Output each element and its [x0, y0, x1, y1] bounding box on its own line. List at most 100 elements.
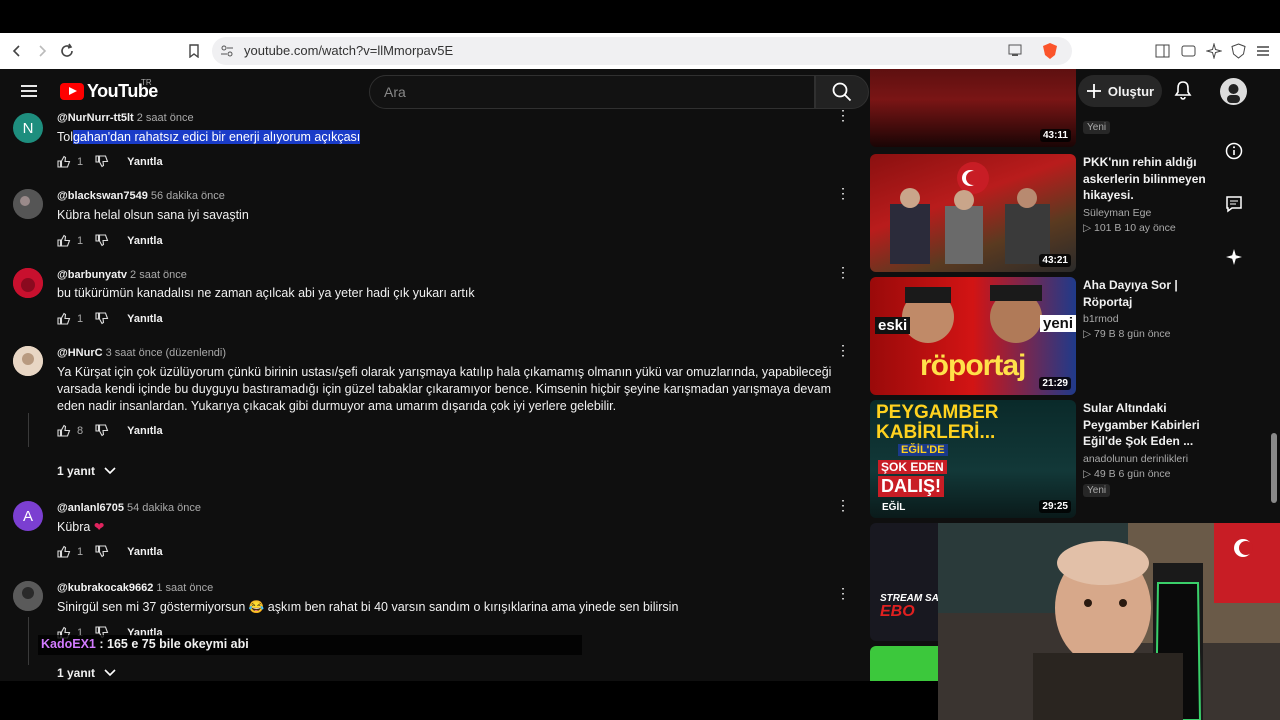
wallet-icon[interactable] [1181, 44, 1196, 63]
chat-icon[interactable] [1216, 186, 1252, 222]
new-badge: Yeni [1083, 483, 1111, 497]
video-title[interactable]: Aha Dayıya Sor | Röportaj [1083, 277, 1208, 310]
reply-button[interactable]: Yanıtla [127, 425, 162, 437]
video-channel[interactable]: Süleyman Ege [1083, 207, 1208, 219]
comment-author[interactable]: @HNurC [57, 347, 103, 359]
comment-author[interactable]: @kubrakocak9662 [57, 582, 153, 594]
comment-time[interactable]: 2 saat önce [137, 112, 194, 124]
comment-actions: 1 Yanıtla [57, 312, 163, 325]
comment-avatar[interactable]: A [13, 501, 43, 531]
search-box[interactable] [369, 75, 815, 109]
video-title[interactable]: PKK'nın rehin aldığı askerlerin bilinmey… [1083, 154, 1208, 204]
bookmark-icon[interactable] [182, 39, 206, 63]
video-duration: 21:29 [1039, 377, 1071, 390]
thumb-line-2: KABİRLERİ... [876, 422, 996, 443]
chevron-down-icon [104, 467, 116, 475]
video-meta: Aha Dayıya Sor | Röportaj b1rmod ▷ 79 B … [1083, 277, 1208, 340]
vpn-icon[interactable] [1231, 43, 1246, 64]
replies-count: 1 yanıt [57, 666, 96, 680]
account-avatar[interactable] [1220, 78, 1247, 105]
like-icon[interactable] [57, 155, 71, 168]
video-meta: Sular Altındaki Peygamber Kabirleri Eğil… [1083, 400, 1208, 498]
comment-more-icon[interactable]: ⋮ [836, 186, 850, 200]
back-icon[interactable] [5, 39, 29, 63]
youtube-play-icon [60, 83, 84, 100]
comment-avatar[interactable] [13, 581, 43, 611]
hamburger-icon[interactable] [20, 83, 38, 104]
comment-author[interactable]: @NurNurr-tt5lt [57, 112, 134, 124]
video-thumbnail[interactable]: 43:21 [870, 154, 1076, 272]
video-channel[interactable]: anadolunun derinlikleri [1083, 453, 1208, 465]
cast-icon[interactable] [1007, 43, 1023, 62]
new-badge: Yeni [1083, 121, 1111, 134]
search-button[interactable] [815, 75, 869, 109]
video-stats: ▷ 79 B 8 gün önce [1083, 328, 1208, 340]
sidebar-toggle-icon[interactable] [1155, 44, 1170, 63]
chat-message: : 165 e 75 bile okeymi abi [95, 637, 249, 651]
show-replies-button[interactable]: 1 yanıt [57, 666, 116, 680]
comment-more-icon[interactable]: ⋮ [836, 265, 850, 279]
shorts-play-icon: ▷ [1083, 221, 1094, 234]
comment-avatar[interactable] [13, 346, 43, 376]
info-icon[interactable] [1216, 133, 1252, 169]
comment-more-icon[interactable]: ⋮ [836, 498, 850, 512]
thumb-line-1: PEYGAMBER [876, 402, 999, 423]
dislike-icon[interactable] [95, 545, 109, 558]
video-thumbnail[interactable]: 43:11 [870, 69, 1076, 147]
comment-time[interactable]: 56 dakika önce [151, 190, 225, 202]
chevron-down-icon [104, 669, 116, 677]
comment-author[interactable]: @blackswan7549 [57, 190, 148, 202]
video-duration: 29:25 [1039, 500, 1071, 513]
comment-time[interactable]: 54 dakika önce [127, 502, 201, 514]
screen-top-bar [0, 0, 1280, 33]
comment-author[interactable]: @anlanl6705 [57, 502, 124, 514]
forward-icon[interactable] [30, 39, 54, 63]
scrollbar-thumb[interactable] [1271, 433, 1277, 503]
dislike-icon[interactable] [95, 155, 109, 168]
comments-section: N @NurNurr-tt5lt 2 saat önce Tolgahan'dan… [0, 108, 860, 681]
like-icon[interactable] [57, 234, 71, 247]
thread-line [28, 413, 29, 447]
comment-time[interactable]: 1 saat önce [156, 582, 213, 594]
leo-ai-icon[interactable] [1205, 42, 1223, 64]
reload-icon[interactable] [55, 39, 79, 63]
chat-username: KadoEX1 [41, 637, 96, 651]
video-meta: PKK'nın rehin aldığı askerlerin bilinmey… [1083, 154, 1208, 234]
comment-avatar[interactable] [13, 268, 43, 298]
comment-more-icon[interactable]: ⋮ [836, 343, 850, 357]
video-thumbnail[interactable]: eski yeni röportaj 21:29 [870, 277, 1076, 395]
dislike-icon[interactable] [95, 234, 109, 247]
url-text[interactable]: youtube.com/watch?v=llMmorpav5E [244, 43, 453, 58]
reply-button[interactable]: Yanıtla [127, 546, 162, 558]
video-thumbnail[interactable]: PEYGAMBER KABİRLERİ... EĞİL'DE ŞOK EDEN … [870, 400, 1076, 518]
comment-time[interactable]: 2 saat önce [130, 269, 187, 281]
thumb-text-left: eski [875, 317, 911, 334]
thumb-text-2: EBO [880, 603, 915, 620]
site-settings-icon[interactable] [220, 44, 234, 63]
reply-button[interactable]: Yanıtla [127, 235, 162, 247]
like-icon[interactable] [57, 424, 71, 437]
comment-more-icon[interactable]: ⋮ [836, 108, 850, 122]
reply-button[interactable]: Yanıtla [127, 156, 162, 168]
video-stats-text: 101 B 10 ay önce [1094, 221, 1176, 234]
show-replies-button[interactable]: 1 yanıt [57, 464, 116, 478]
comment-avatar[interactable] [13, 189, 43, 219]
like-count: 1 [77, 312, 84, 325]
comment-text-plain: Kübra [57, 520, 91, 534]
video-title[interactable]: Sular Altındaki Peygamber Kabirleri Eğil… [1083, 400, 1208, 450]
comment-more-icon[interactable]: ⋮ [836, 586, 850, 600]
comment-author[interactable]: @barbunyatv [57, 269, 127, 281]
sparkle-icon[interactable] [1216, 239, 1252, 275]
like-icon[interactable] [57, 312, 71, 325]
like-icon[interactable] [57, 545, 71, 558]
menu-icon[interactable] [1256, 44, 1270, 62]
comment-avatar[interactable]: N [13, 113, 43, 143]
reply-button[interactable]: Yanıtla [127, 313, 162, 325]
brave-shield-icon[interactable] [1042, 42, 1058, 65]
dislike-icon[interactable] [95, 312, 109, 325]
comment-time[interactable]: 3 saat önce (düzenlendi) [106, 347, 226, 359]
search-input[interactable] [370, 76, 814, 108]
dislike-icon[interactable] [95, 424, 109, 437]
address-bar[interactable]: youtube.com/watch?v=llMmorpav5E [212, 37, 1072, 65]
video-channel[interactable]: b1rmod [1083, 313, 1208, 325]
